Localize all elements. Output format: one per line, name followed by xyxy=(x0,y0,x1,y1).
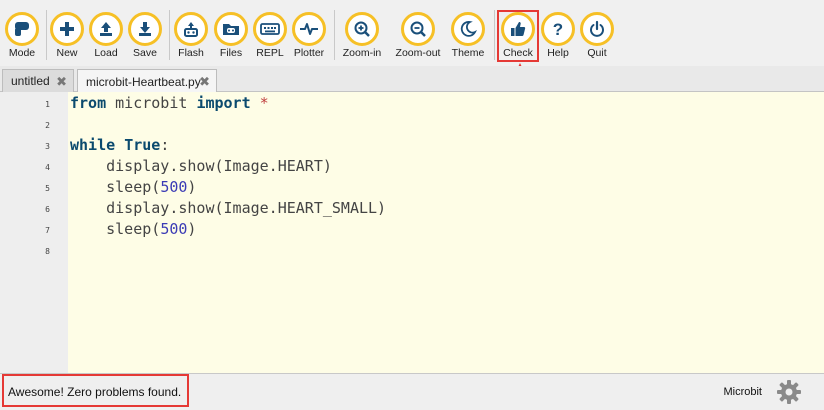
keyboard-icon xyxy=(253,12,287,46)
number-literal: 500 xyxy=(160,220,188,238)
plotter-button[interactable]: Plotter xyxy=(292,0,326,66)
code-text: sleep( xyxy=(70,220,161,238)
status-highlight-box xyxy=(2,374,189,407)
moon-icon xyxy=(451,12,485,46)
module-name: microbit xyxy=(106,94,197,112)
code-text: display.show(Image.HEART) xyxy=(70,157,332,175)
line-number: 8 xyxy=(45,247,50,256)
quit-label: Quit xyxy=(587,47,607,59)
zoom-in-icon xyxy=(345,12,379,46)
line-number: 2 xyxy=(45,121,50,130)
close-icon[interactable]: ✖ xyxy=(199,74,210,90)
flash-icon xyxy=(174,12,208,46)
keyword: while xyxy=(70,136,116,154)
code-line: sleep(500) xyxy=(70,219,196,240)
files-icon xyxy=(214,12,248,46)
code-editor[interactable]: from microbit import * while True: displ… xyxy=(68,92,824,373)
keyword: from xyxy=(70,94,107,112)
zoom-in-button[interactable]: Zoom-in xyxy=(343,0,381,66)
question-icon: ? xyxy=(541,12,575,46)
line-number: 7 xyxy=(45,226,50,235)
line-number: 6 xyxy=(45,205,50,214)
tab-untitled[interactable]: untitled ✖ xyxy=(2,69,74,92)
mode-icon xyxy=(5,12,39,46)
code-line: display.show(Image.HEART) xyxy=(70,156,332,177)
pulse-icon xyxy=(292,12,326,46)
code-line: display.show(Image.HEART_SMALL) xyxy=(70,198,386,219)
power-icon xyxy=(580,12,614,46)
mode-indicator[interactable]: Microbit xyxy=(723,386,762,398)
keyword: True xyxy=(124,136,161,154)
tab-label: microbit-Heartbeat.py xyxy=(86,74,201,89)
keyword: import xyxy=(196,94,251,112)
code-text: : xyxy=(160,136,170,154)
code-text: ) xyxy=(187,220,197,238)
operator: * xyxy=(250,94,269,112)
code-line: while True: xyxy=(70,135,169,156)
number-literal: 500 xyxy=(160,178,188,196)
zoom-out-icon xyxy=(401,12,435,46)
line-number: 5 xyxy=(45,184,50,193)
line-number-gutter: 1 2 3 4 5 6 7 8 xyxy=(0,92,68,373)
download-icon xyxy=(128,12,162,46)
tab-label: untitled xyxy=(11,74,50,88)
theme-button[interactable]: Theme xyxy=(451,0,485,66)
quit-button[interactable]: Quit xyxy=(580,0,614,66)
plus-icon xyxy=(50,12,84,46)
code-line: from microbit import * xyxy=(70,93,269,114)
tab-bar: untitled ✖ microbit-Heartbeat.py ✖ xyxy=(0,66,824,93)
code-text: ) xyxy=(187,178,197,196)
code-line: sleep(500) xyxy=(70,177,196,198)
check-highlight-box xyxy=(497,10,539,62)
code-text: display.show(Image.HEART_SMALL) xyxy=(70,199,387,217)
close-icon[interactable]: ✖ xyxy=(56,74,67,90)
line-number: 4 xyxy=(45,163,50,172)
line-number: 3 xyxy=(45,142,50,151)
toolbar: Mode New Load Save Flash Files REPL Plot… xyxy=(0,0,824,66)
tab-microbit-heartbeat[interactable]: microbit-Heartbeat.py ✖ xyxy=(77,69,217,93)
gear-icon[interactable] xyxy=(776,379,802,405)
zoom-out-button[interactable]: Zoom-out xyxy=(396,0,440,66)
upload-icon xyxy=(89,12,123,46)
code-text: sleep( xyxy=(70,178,161,196)
line-number: 1 xyxy=(45,100,50,109)
